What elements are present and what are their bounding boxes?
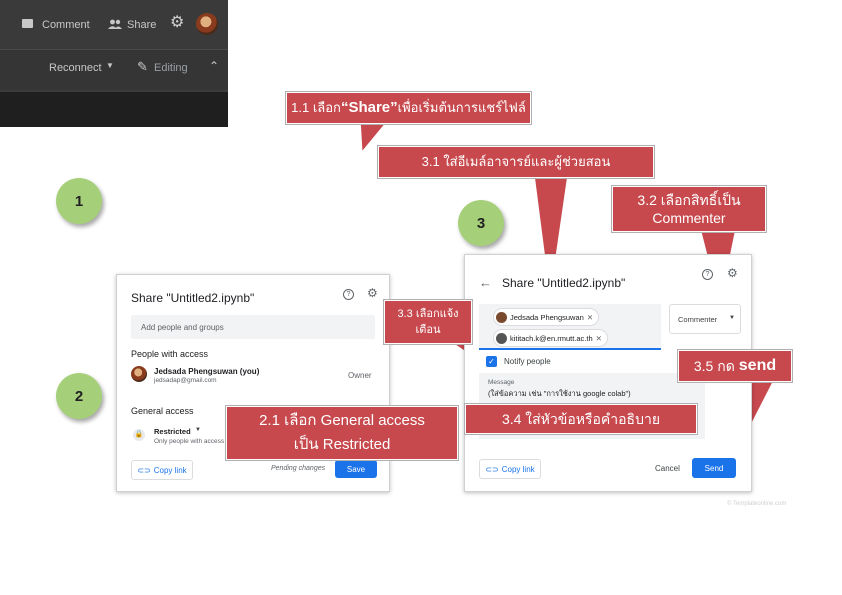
colab-toolbar: Comment Share ⚙ Reconnect ▼ ✎ Editing ⌃ xyxy=(0,0,228,127)
callout-3-2: 3.2 เลือกสิทธิ์เป็น Commenter xyxy=(612,186,766,232)
chevron-down-icon[interactable]: ▼ xyxy=(106,61,114,70)
pending-changes-label: Pending changes xyxy=(271,465,326,472)
callout-3-1: 3.1 ใส่อีเมล์อาจารย์และผู้ช่วยสอน xyxy=(378,146,654,178)
recipient-chip[interactable]: Jedsada Phengsuwan ✕ xyxy=(493,308,600,326)
add-people-placeholder: Add people and groups xyxy=(141,323,224,332)
callout-3-2-line1: 3.2 เลือกสิทธิ์เป็น xyxy=(637,191,741,208)
back-arrow-icon[interactable]: ← xyxy=(479,275,492,290)
help-icon[interactable]: ? xyxy=(702,269,713,280)
owner-email: jedsadap@gmail.com xyxy=(154,377,217,384)
dialog-title: Share "Untitled2.ipynb" xyxy=(502,276,626,290)
cancel-button[interactable]: Cancel xyxy=(655,464,680,473)
people-with-access-heading: People with access xyxy=(131,349,209,359)
recipient-chip[interactable]: kititach.k@en.rmutt.ac.th ✕ xyxy=(493,329,608,347)
owner-avatar xyxy=(131,366,147,382)
watermark: © Templateonline.com xyxy=(727,501,787,507)
chevron-down-icon: ▼ xyxy=(729,315,735,321)
help-icon[interactable]: ? xyxy=(343,289,354,300)
role-label: Commenter xyxy=(678,315,718,324)
step-3-badge: 3 xyxy=(458,200,504,246)
add-people-input[interactable]: Add people and groups xyxy=(131,315,375,339)
callout-3-3: 3.3 เลือกแจ้ง เตือน xyxy=(384,300,472,344)
comment-icon[interactable] xyxy=(22,19,33,28)
chip-label: Jedsada Phengsuwan xyxy=(510,312,584,322)
callout-2-1-line2: เป็น Restricted xyxy=(293,436,391,453)
chip-avatar xyxy=(496,332,507,344)
callout-3-2-line2: Commenter xyxy=(652,210,726,226)
recipients-input[interactable]: Jedsada Phengsuwan ✕ kititach.k@en.rmutt… xyxy=(479,304,661,350)
copy-link-label: Copy link xyxy=(153,465,187,475)
save-button[interactable]: Save xyxy=(335,460,377,478)
message-value: (ใส่ข้อความ เช่น "การใช้งาน google colab… xyxy=(488,389,631,398)
step-1-badge: 1 xyxy=(56,178,102,224)
copy-link-button[interactable]: ⊂⊃ Copy link xyxy=(131,460,193,480)
send-button[interactable]: Send xyxy=(692,458,736,478)
callout-3-5-send: send xyxy=(738,357,777,375)
callout-2-1-line1: 2.1 เลือก General access xyxy=(259,412,425,429)
callout-1-1: 1.1 เลือก “Share” เพื่อเริ่มต้นการแชร์ไฟ… xyxy=(286,92,531,124)
callout-3-4-text: 3.4 ใส่หัวข้อหรือคำอธิบาย xyxy=(501,410,661,427)
share-button[interactable]: Share xyxy=(127,19,156,31)
access-description: Only people with access xyxy=(154,438,225,445)
chevron-down-icon[interactable]: ▼ xyxy=(195,427,201,433)
notify-checkbox[interactable]: ✓ xyxy=(486,356,497,367)
chip-avatar xyxy=(496,311,507,323)
reconnect-button[interactable]: Reconnect xyxy=(49,62,102,74)
close-icon[interactable]: ✕ xyxy=(596,334,602,343)
callout-3-3-line2: เตือน xyxy=(415,324,441,336)
owner-role: Owner xyxy=(348,371,372,380)
editing-status[interactable]: Editing xyxy=(154,62,188,74)
owner-name: Jedsada Phengsuwan (you) xyxy=(154,367,260,376)
link-icon: ⊂⊃ xyxy=(485,464,499,474)
lock-icon: 🔒 xyxy=(133,429,145,441)
notify-label: Notify people xyxy=(504,357,551,366)
callout-3-4: 3.4 ใส่หัวข้อหรือคำอธิบาย xyxy=(465,404,697,434)
chip-label: kititach.k@en.rmutt.ac.th xyxy=(510,333,593,343)
message-label: Message xyxy=(488,379,515,386)
gear-icon[interactable]: ⚙ xyxy=(170,15,184,31)
step-2-badge: 2 xyxy=(56,373,102,419)
pencil-icon: ✎ xyxy=(137,59,148,74)
link-icon: ⊂⊃ xyxy=(137,465,151,475)
access-level-select[interactable]: Restricted xyxy=(154,427,191,436)
comment-button[interactable]: Comment xyxy=(42,19,90,31)
callout-3-3-line1: 3.3 เลือกแจ้ง xyxy=(397,307,459,320)
user-avatar[interactable] xyxy=(196,13,218,35)
callout-1-1-prefix: 1.1 เลือก xyxy=(291,100,341,116)
people-icon[interactable] xyxy=(108,19,122,29)
role-select[interactable]: Commenter ▼ xyxy=(669,304,741,334)
callout-3-5-prefix: 3.5 กด xyxy=(693,357,735,374)
callout-2-1: 2.1 เลือก General access เป็น Restricted xyxy=(226,406,458,460)
callout-3-5: 3.5 กด send xyxy=(678,350,792,382)
copy-link-button[interactable]: ⊂⊃ Copy link xyxy=(479,459,541,479)
dialog-title: Share "Untitled2.ipynb" xyxy=(131,291,255,305)
settings-icon[interactable]: ⚙ xyxy=(367,286,378,300)
settings-icon[interactable]: ⚙ xyxy=(727,266,738,280)
close-icon[interactable]: ✕ xyxy=(587,313,593,322)
notebook-area xyxy=(0,92,228,127)
callout-3-1-text: 3.1 ใส่อีเมล์อาจารย์และผู้ช่วยสอน xyxy=(421,154,611,170)
chevron-up-icon[interactable]: ⌃ xyxy=(209,59,219,73)
copy-link-label: Copy link xyxy=(501,464,535,474)
callout-1-1-share: “Share” xyxy=(340,98,398,116)
general-access-heading: General access xyxy=(131,406,194,416)
callout-1-1-suffix: เพื่อเริ่มต้นการแชร์ไฟล์ xyxy=(397,100,526,116)
